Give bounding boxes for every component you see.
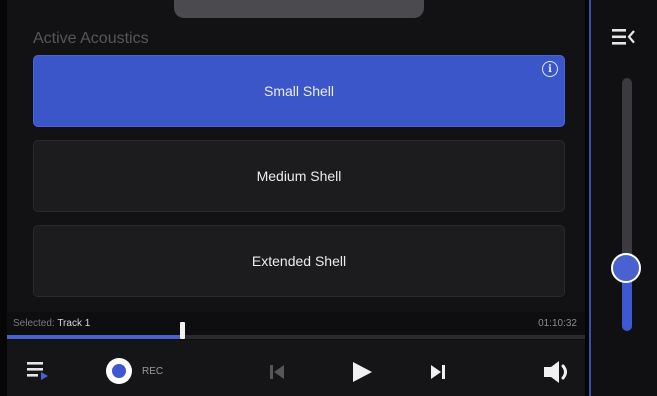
playlist-icon[interactable] bbox=[24, 357, 52, 383]
volume-slider-thumb[interactable] bbox=[611, 252, 641, 283]
skip-back-icon[interactable] bbox=[266, 361, 288, 383]
preset-small-shell-button[interactable]: Small Shell i bbox=[33, 55, 565, 127]
progress-fill bbox=[7, 335, 181, 339]
play-icon[interactable] bbox=[349, 359, 375, 385]
preset-label: Extended Shell bbox=[251, 253, 347, 269]
collapse-menu-icon[interactable] bbox=[609, 25, 637, 49]
preset-extended-shell-button[interactable]: Extended Shell bbox=[33, 225, 565, 297]
info-icon[interactable]: i bbox=[542, 61, 558, 77]
track-name: Track 1 bbox=[57, 318, 91, 329]
progress-bar[interactable] bbox=[7, 335, 585, 339]
progress-handle[interactable] bbox=[180, 322, 186, 339]
record-button[interactable]: REC bbox=[106, 358, 163, 384]
transport-bar bbox=[7, 340, 585, 396]
section-title: Active Acoustics bbox=[33, 30, 149, 47]
track-time: 01:10:32 bbox=[538, 318, 577, 329]
volume-icon[interactable] bbox=[541, 357, 575, 387]
drag-handle[interactable] bbox=[174, 0, 424, 18]
preset-label: Small Shell bbox=[263, 83, 335, 99]
record-icon bbox=[106, 358, 132, 384]
preset-medium-shell-button[interactable]: Medium Shell bbox=[33, 140, 565, 212]
preset-label: Medium Shell bbox=[256, 168, 342, 184]
selected-prefix: Selected: bbox=[13, 318, 55, 329]
record-label: REC bbox=[142, 365, 164, 377]
selected-track-label: Selected: Track 1 bbox=[13, 318, 90, 329]
skip-forward-icon[interactable] bbox=[427, 361, 449, 383]
